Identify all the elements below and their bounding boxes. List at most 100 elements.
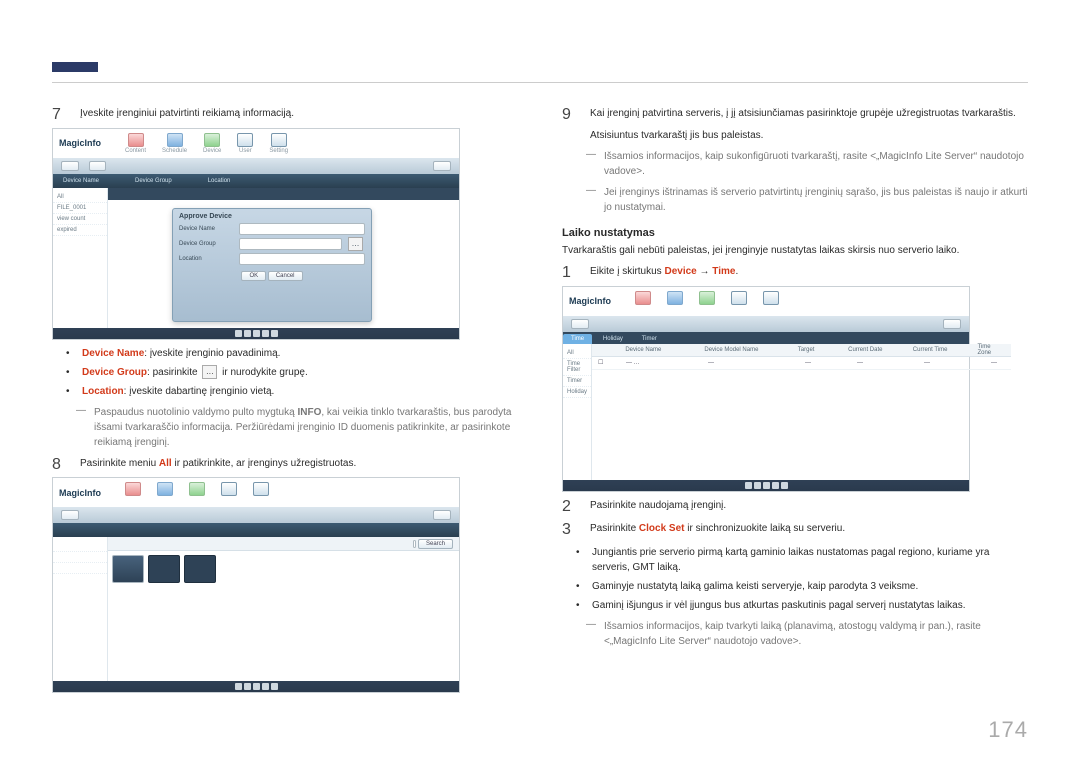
col: Device Name [63,178,99,184]
note: ―Jei įrenginys ištrinamas iš serverio pa… [562,185,1028,215]
step-1: 1 Eikite į skirtukus Device → Time. [562,264,1028,282]
col: Time Zone [971,344,1010,356]
nav-item[interactable] [157,482,173,503]
device-thumb[interactable] [112,555,144,583]
col: Device Group [135,178,172,184]
text: Kai įrenginį patvirtina serveris, į jį a… [590,106,1028,122]
device-name-input[interactable] [239,223,365,235]
toolbar [53,507,459,523]
search-button[interactable]: Search [418,539,453,549]
text: Paspaudus nuotolinio valdymo pulto mygtu… [94,407,297,418]
kw-device-name: Device Name [82,348,144,359]
nav-device[interactable]: Device [203,133,221,154]
top-nav [635,291,779,312]
sidebar-item[interactable] [53,552,107,563]
toolbar-btn[interactable] [433,510,451,520]
toolbar-btn[interactable] [61,161,79,171]
cell: — [799,360,851,366]
cell: — [985,360,1003,366]
screenshot-device-list: MagicInfo [52,477,460,693]
search-input[interactable] [413,540,417,548]
sidebar-item[interactable]: view count [53,214,107,225]
step-number: 9 [562,106,578,143]
nav-setting[interactable]: Setting [269,133,288,154]
sidebar-item[interactable]: Timer [563,376,591,387]
toolbar-btn[interactable] [89,161,107,171]
toolbar-btn[interactable] [433,161,451,171]
sidebar [53,537,107,681]
footer-pager [563,480,969,491]
browse-icon: … [202,365,217,379]
step-7: 7 Įveskite įrenginiui patvirtinti reikia… [52,106,518,124]
column-headers [53,523,459,537]
toolbar-btn[interactable] [61,510,79,520]
ok-button[interactable]: OK [241,271,266,281]
device-group-input[interactable] [239,238,342,250]
nav-item[interactable] [635,291,651,312]
tab-holiday[interactable]: Holiday [595,334,631,344]
accent-bar [52,62,98,72]
kw-all: All [159,458,172,469]
col: Current Date [842,347,907,353]
app-logo: MagicInfo [59,488,101,498]
sidebar-item[interactable] [53,541,107,552]
step-number: 7 [52,106,68,124]
nav-schedule[interactable]: Schedule [162,133,187,154]
nav-item[interactable] [221,482,237,503]
arrow-icon: → [697,266,713,277]
step-number: 3 [562,521,578,539]
cell: — [918,360,985,366]
nav-content[interactable]: Content [125,133,146,154]
nav-item[interactable] [125,482,141,503]
kw-location: Location [82,386,124,397]
browse-button[interactable]: … [348,237,363,251]
nav-user[interactable]: User [237,133,253,154]
action-thumb[interactable] [148,555,180,583]
sidebar-item[interactable]: Holiday [563,387,591,398]
table-row[interactable]: ☐ — … — — — — — [592,357,1011,370]
text: Pasirinkite meniu [80,458,159,469]
nav-item[interactable] [699,291,715,312]
tab-timer[interactable]: Timer [634,334,665,344]
right-column: 9 Kai įrenginį patvirtina serveris, į jį… [562,100,1028,693]
note-info: ― Paspaudus nuotolinio valdymo pulto myg… [52,405,518,450]
text: Jei įrenginys ištrinamas iš serverio pat… [604,185,1028,215]
cancel-button[interactable]: Cancel [268,271,303,281]
location-input[interactable] [239,253,365,265]
app-logo: MagicInfo [569,296,611,306]
tab-time[interactable]: Time [563,334,592,344]
nav-item[interactable] [189,482,205,503]
screenshot-time: MagicInfo Time Ho [562,286,970,492]
toolbar-btn[interactable] [943,319,961,329]
dialog-title: Approve Device [179,213,365,220]
text: . [735,266,738,277]
col: Location [208,178,231,184]
sidebar-item[interactable]: expired [53,225,107,236]
kw-clock-set: Clock Set [639,523,685,534]
sidebar-item[interactable]: Time Filter [563,359,591,376]
section-title: Laiko nustatymas [562,227,1028,239]
sidebar-item[interactable]: All [53,192,107,203]
footer-pager [53,681,459,692]
sidebar-item[interactable]: FILE_0001 [53,203,107,214]
sidebar-item[interactable]: All [563,348,591,359]
nav-item[interactable] [763,291,779,312]
subtabs: Time Holiday Timer [563,332,969,344]
toolbar [53,158,459,174]
nav-item[interactable] [667,291,683,312]
step-number: 8 [52,456,68,474]
step-9: 9 Kai įrenginį patvirtina serveris, į jį… [562,106,1028,143]
thumbnails [108,551,459,587]
toolbar-btn[interactable] [571,319,589,329]
top-nav [125,482,269,503]
sidebar-item[interactable] [53,563,107,574]
toolbar [563,316,969,332]
action-thumb[interactable] [184,555,216,583]
step-3: 3 Pasirinkite Clock Set ir sinchronizuok… [562,521,1028,539]
bullet: Gaminį išjungus ir vėl įjungus bus atkur… [582,598,1028,613]
app-logo: MagicInfo [59,138,101,148]
nav-item[interactable] [731,291,747,312]
nav-item[interactable] [253,482,269,503]
kw-device-group: Device Group [82,367,147,378]
col: Device Name [619,347,698,353]
